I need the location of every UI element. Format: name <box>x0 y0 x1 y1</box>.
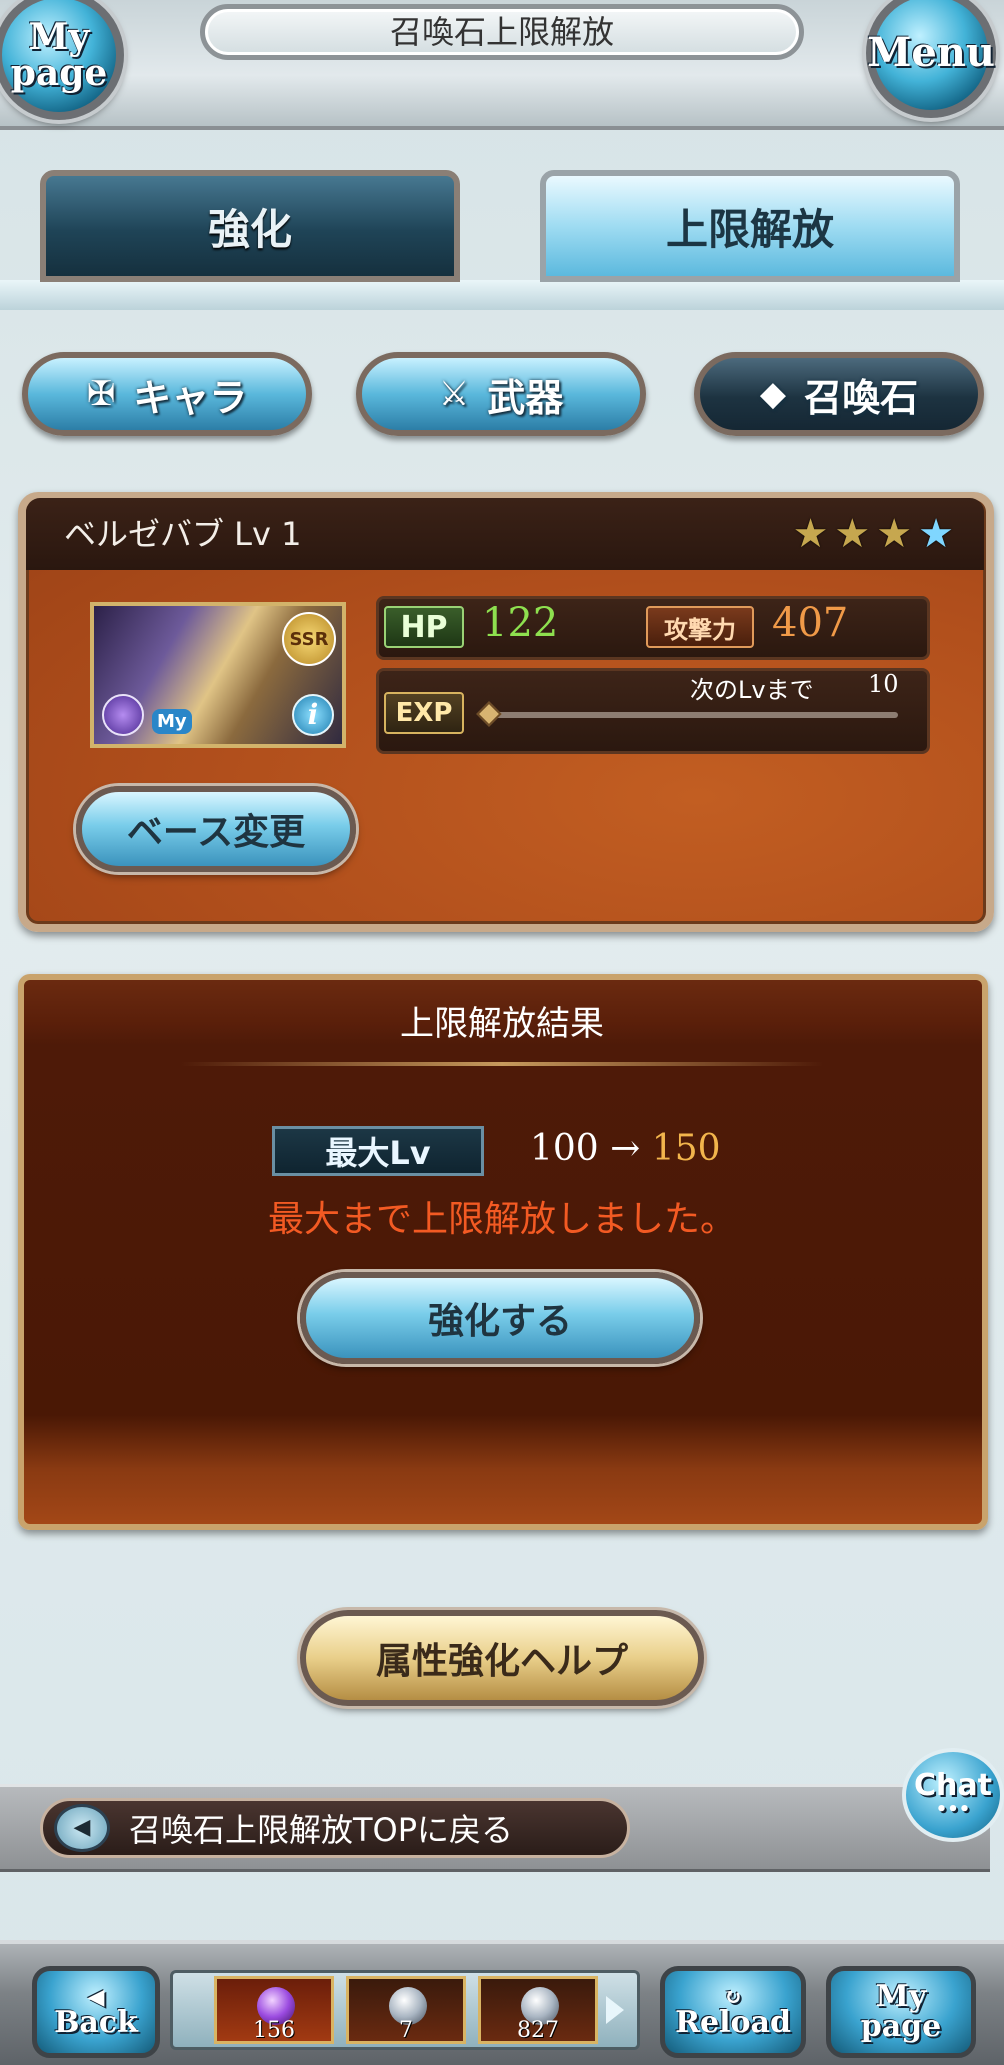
star-uncap-icon: ★ <box>918 511 954 557</box>
exp-bar <box>490 712 898 718</box>
star-rating: ★ ★ ★ ★ <box>787 498 954 572</box>
star-icon: ★ <box>834 511 871 557</box>
enhance-button[interactable]: 強化する <box>300 1272 700 1364</box>
hp-label: HP <box>384 606 464 648</box>
reload-button[interactable]: ↻ Reload <box>660 1966 806 2058</box>
star-icon: ★ <box>876 511 913 557</box>
rarity-badge: SSR <box>282 612 336 666</box>
category-chara-label: キャラ <box>133 375 248 420</box>
tab-enhance-label: 強化 <box>207 204 292 254</box>
category-chara-button[interactable]: ✠ キャラ <box>22 352 312 436</box>
tab-uncap[interactable]: 上限解放 <box>540 170 960 282</box>
result-message: 最大まで上限解放しました。 <box>267 1199 736 1240</box>
category-weapon-button[interactable]: ⚔ 武器 <box>356 352 646 436</box>
help-button-label: 属性強化ヘルプ <box>375 1641 628 1682</box>
page-title: 召喚石上限解放 <box>200 4 804 60</box>
back-to-top-link[interactable]: 召喚石上限解放TOPに戻る <box>40 1798 630 1858</box>
uncap-result-panel <box>18 974 988 1530</box>
max-level-change: 100 → 150 <box>530 1128 721 1169</box>
chat-button[interactable]: Chat ••• <box>902 1748 1004 1842</box>
category-weapon-label: 武器 <box>487 375 564 420</box>
star-icon: ★ <box>792 511 829 557</box>
back-label: Back <box>54 2005 138 2040</box>
tab-baseline <box>0 280 1004 310</box>
tray-next-arrow-icon[interactable] <box>606 1996 624 2024</box>
max-level-to: 150 <box>651 1128 721 1169</box>
footer-mypage-label: My page <box>860 1979 942 2044</box>
element-enhance-help-button[interactable]: 属性強化ヘルプ <box>300 1610 704 1706</box>
weapon-icon: ⚔ <box>438 374 470 414</box>
next-level-label: 次のLvまで <box>690 676 814 704</box>
enhance-button-label: 強化する <box>427 1301 572 1342</box>
item-slot[interactable]: 827 <box>478 1976 598 2044</box>
chat-dots-icon: ••• <box>935 1799 971 1820</box>
item-slot[interactable]: 156 <box>214 1976 334 2044</box>
category-summon-label: 召喚石 <box>804 375 919 420</box>
result-divider <box>180 1062 824 1066</box>
item-count: 7 <box>399 2018 413 2043</box>
result-title: 上限解放結果 <box>400 1004 604 1044</box>
max-level-label: 最大Lv <box>272 1126 484 1176</box>
tab-enhance[interactable]: 強化 <box>40 170 460 282</box>
base-change-button[interactable]: ベース変更 <box>76 786 356 872</box>
back-to-top-label: 召喚石上限解放TOPに戻る <box>129 1811 514 1849</box>
my-badge: My <box>152 709 192 734</box>
item-count: 156 <box>253 2018 295 2043</box>
hp-value: 122 <box>482 600 559 646</box>
arrow-icon: → <box>610 1128 641 1169</box>
summon-name-bar: ベルゼバブ Lv 1 ★ ★ ★ ★ <box>26 498 984 570</box>
footer-mypage-button[interactable]: My page <box>826 1966 976 2058</box>
tab-uncap-label: 上限解放 <box>665 204 834 254</box>
mypage-label: My page <box>10 16 108 94</box>
item-slot[interactable]: 7 <box>346 1976 466 2044</box>
back-arrow-icon: ◀ <box>54 1804 110 1852</box>
item-count: 827 <box>517 2018 559 2043</box>
category-summon-button[interactable]: ◆ 召喚石 <box>694 352 984 436</box>
base-change-label: ベース変更 <box>126 812 306 853</box>
info-icon[interactable]: i <box>292 694 334 736</box>
attack-label: 攻撃力 <box>646 606 754 648</box>
summon-name-level: ベルゼバブ Lv 1 <box>64 515 302 553</box>
summon-stone-icon: ◆ <box>759 374 787 414</box>
next-level-value: 10 <box>868 670 899 698</box>
max-level-from: 100 <box>530 1128 599 1169</box>
element-icon <box>102 694 144 736</box>
menu-label: Menu <box>867 29 995 76</box>
chara-icon: ✠ <box>86 374 116 414</box>
summon-portrait[interactable]: SSR My i <box>90 602 346 748</box>
exp-label: EXP <box>384 692 464 734</box>
attack-value: 407 <box>772 600 849 646</box>
reload-label: Reload <box>675 2005 791 2040</box>
chat-label: Chat <box>914 1768 992 1803</box>
back-button[interactable]: ◀ Back <box>32 1966 160 2058</box>
